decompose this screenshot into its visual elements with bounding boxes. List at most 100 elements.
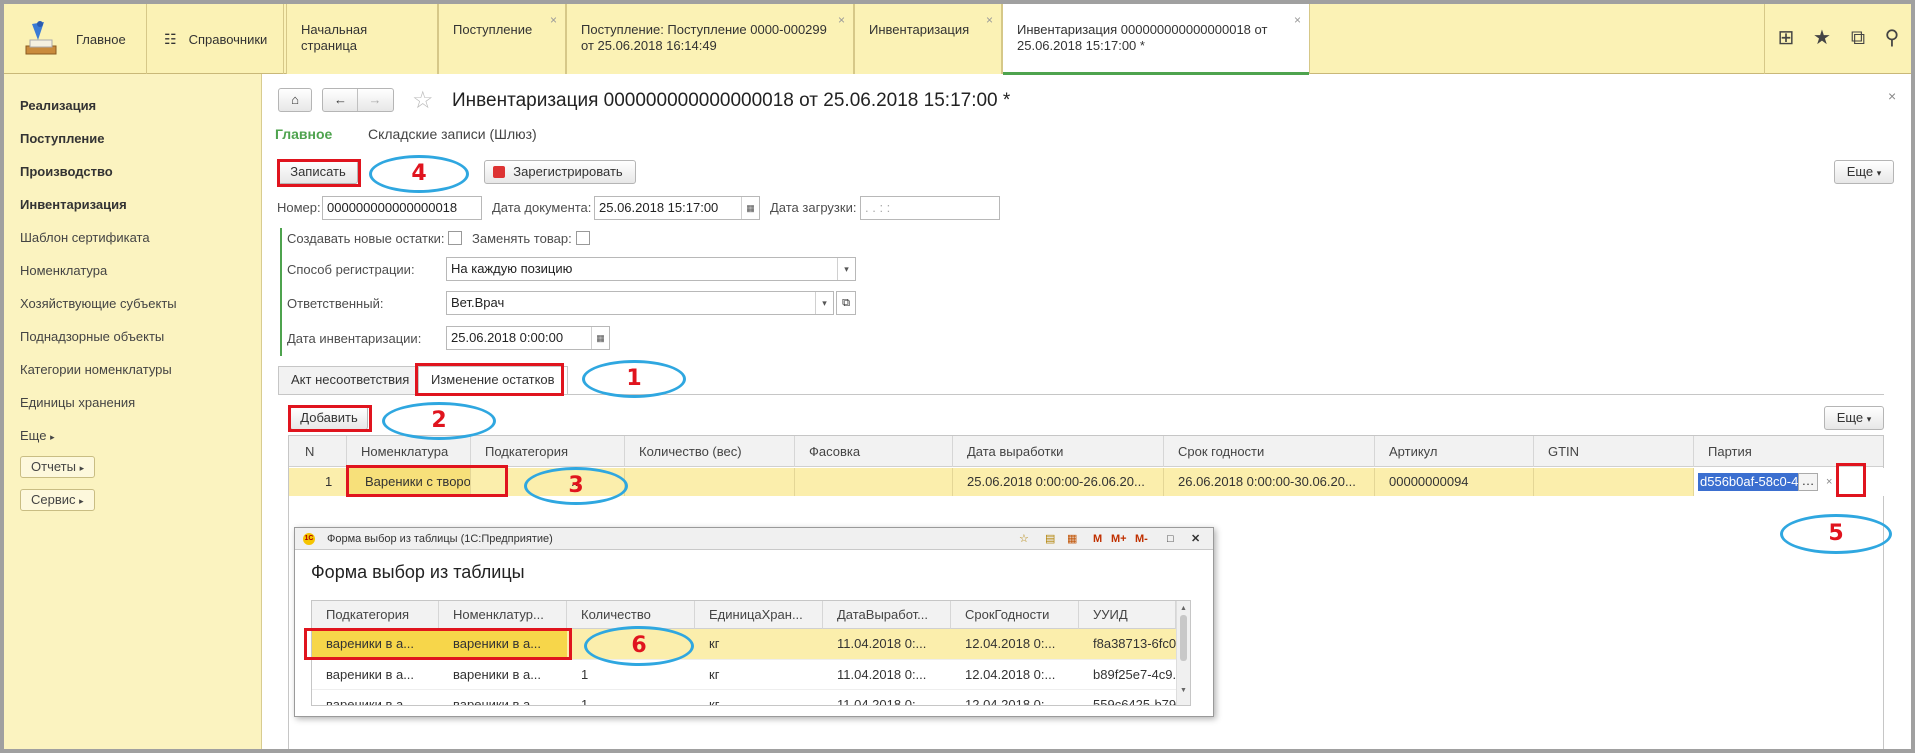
regmethod-select[interactable]: На каждую позицию ▾ bbox=[446, 257, 856, 281]
column-header[interactable]: ЕдиницаХран... bbox=[695, 601, 823, 629]
forward-arrow-icon[interactable]: → bbox=[358, 89, 392, 111]
table-row[interactable]: вареники в а... вареники в а... 1 кг 11.… bbox=[312, 689, 1176, 705]
quantity-cell[interactable]: 1 bbox=[567, 690, 695, 705]
maximize-icon[interactable]: □ bbox=[1167, 528, 1174, 550]
section-main-button[interactable]: Главное bbox=[4, 4, 147, 74]
docdate-field[interactable]: 25.06.2018 15:17:00 ▦ bbox=[594, 196, 760, 220]
batch-value[interactable]: d556b0af-58c0-4 bbox=[1698, 473, 1798, 491]
nomenclature-cell[interactable]: вареники в а... bbox=[439, 690, 567, 705]
packing-cell[interactable] bbox=[795, 468, 953, 496]
tab-receipt-document[interactable]: Поступление: Поступление 0000-000299 от … bbox=[566, 4, 854, 74]
table-more-button[interactable]: Еще ▾ bbox=[1824, 406, 1884, 430]
column-header[interactable]: GTIN bbox=[1534, 436, 1694, 467]
create-new-checkbox[interactable] bbox=[448, 231, 462, 245]
tab-receipts[interactable]: Поступление × bbox=[438, 4, 566, 74]
column-header[interactable]: Дата выработки bbox=[953, 436, 1164, 467]
tab-home-page[interactable]: Начальная страница bbox=[286, 4, 438, 74]
column-header[interactable]: Артикул bbox=[1375, 436, 1534, 467]
expiry-cell[interactable]: 12.04.2018 0:... bbox=[951, 690, 1079, 705]
close-icon[interactable]: × bbox=[550, 12, 557, 28]
expiry-cell[interactable]: 26.06.2018 0:00:00-30.06.20... bbox=[1164, 468, 1375, 496]
unit-cell[interactable]: кг bbox=[695, 690, 823, 705]
home-button[interactable]: ⌂ bbox=[278, 88, 312, 112]
service-button[interactable]: Сервис ▸ bbox=[20, 489, 95, 511]
column-header[interactable]: Подкатегория bbox=[312, 601, 439, 629]
open-icon[interactable]: ⧉ bbox=[836, 291, 856, 315]
memory-icon[interactable]: M bbox=[1093, 528, 1102, 550]
gtin-cell[interactable] bbox=[1534, 468, 1694, 496]
uuid-cell[interactable]: f8a38713-6fc0 bbox=[1079, 629, 1176, 659]
scrollbar-thumb[interactable] bbox=[1180, 615, 1187, 661]
history-icon[interactable]: ⧉ bbox=[1846, 26, 1870, 50]
responsible-select[interactable]: Вет.Врач ▾ bbox=[446, 291, 834, 315]
nomenclature-cell[interactable]: вареники в а... bbox=[439, 660, 567, 690]
column-header[interactable]: ДатаВыработ... bbox=[823, 601, 951, 629]
chevron-down-icon[interactable]: ▾ bbox=[815, 292, 833, 314]
tab-inventory[interactable]: Инвентаризация × bbox=[854, 4, 1002, 74]
sidebar-item-receipts[interactable]: Поступление bbox=[20, 131, 105, 146]
subcategory-cell[interactable]: вареники в а... bbox=[312, 660, 439, 690]
article-cell[interactable]: 00000000094 bbox=[1375, 468, 1534, 496]
sidebar-item-inventory[interactable]: Инвентаризация bbox=[20, 197, 127, 212]
production-date-cell[interactable]: 11.04.2018 0:... bbox=[823, 660, 951, 690]
unit-cell[interactable]: кг bbox=[695, 660, 823, 690]
register-button[interactable]: Зарегистрировать bbox=[484, 160, 636, 184]
sidebar-item-supervised-objects[interactable]: Поднадзорные объекты bbox=[20, 329, 164, 344]
scroll-up-icon[interactable]: ▲ bbox=[1180, 605, 1187, 612]
production-date-cell[interactable]: 11.04.2018 0:... bbox=[823, 690, 951, 705]
grid-icon[interactable]: ⊞ bbox=[1774, 26, 1798, 50]
search-icon[interactable]: ⚲ bbox=[1880, 26, 1904, 50]
memory-minus-icon[interactable]: M- bbox=[1135, 528, 1148, 550]
quantity-cell[interactable] bbox=[625, 468, 795, 496]
sidebar-item-nomenclature[interactable]: Номенклатура bbox=[20, 263, 107, 278]
column-header[interactable]: Номенклатур... bbox=[439, 601, 567, 629]
column-header[interactable]: N bbox=[289, 436, 347, 467]
column-header[interactable]: Количество (вес) bbox=[625, 436, 795, 467]
favorite-star-icon[interactable]: ☆ bbox=[412, 86, 434, 115]
number-field[interactable]: 000000000000000018 bbox=[322, 196, 482, 220]
column-header[interactable]: Фасовка bbox=[795, 436, 953, 467]
calendar-icon[interactable]: ▦ bbox=[1067, 528, 1077, 550]
select-ellipsis-button[interactable]: … bbox=[1798, 473, 1818, 491]
expiry-cell[interactable]: 12.04.2018 0:... bbox=[951, 629, 1079, 659]
column-header[interactable]: Количество bbox=[567, 601, 695, 629]
scroll-down-icon[interactable]: ▼ bbox=[1180, 687, 1187, 694]
close-icon[interactable]: × bbox=[1294, 12, 1301, 28]
section-catalogs-button[interactable]: ☷ Справочники bbox=[150, 4, 284, 74]
sidebar-item-business-entities[interactable]: Хозяйствующие субъекты bbox=[20, 296, 177, 311]
column-header[interactable]: Срок годности bbox=[1164, 436, 1375, 467]
more-button[interactable]: Еще ▾ bbox=[1834, 160, 1894, 184]
notes-icon[interactable]: ▤ bbox=[1045, 528, 1055, 550]
column-header[interactable]: Номенклатура bbox=[347, 436, 471, 467]
uuid-cell[interactable]: 559c6425-b79 bbox=[1079, 690, 1176, 705]
subcategory-cell[interactable]: вареники в а... bbox=[312, 690, 439, 705]
close-icon[interactable]: × bbox=[838, 12, 845, 28]
back-arrow-icon[interactable]: ← bbox=[324, 89, 358, 111]
unit-cell[interactable]: кг bbox=[695, 629, 823, 659]
star-icon[interactable]: ★ bbox=[1810, 26, 1834, 50]
sidebar-item-certificate-template[interactable]: Шаблон сертификата bbox=[20, 230, 150, 245]
chevron-down-icon[interactable]: ▾ bbox=[837, 258, 855, 280]
column-header[interactable]: СрокГодности bbox=[951, 601, 1079, 629]
reports-button[interactable]: Отчеты ▸ bbox=[20, 456, 96, 478]
close-icon[interactable]: × bbox=[986, 12, 993, 28]
memory-plus-icon[interactable]: M+ bbox=[1111, 528, 1127, 550]
expiry-cell[interactable]: 12.04.2018 0:... bbox=[951, 660, 1079, 690]
section-warehouse-link[interactable]: Складские записи (Шлюз) bbox=[368, 126, 537, 142]
clear-icon[interactable]: × bbox=[1826, 468, 1832, 496]
scrollbar[interactable]: ▲ ▼ bbox=[1176, 601, 1190, 705]
column-header[interactable]: УУИД bbox=[1079, 601, 1176, 629]
uuid-cell[interactable]: b89f25e7-4c9. bbox=[1079, 660, 1176, 690]
sidebar-item-sales[interactable]: Реализация bbox=[20, 98, 96, 113]
close-icon[interactable]: ✕ bbox=[1191, 528, 1200, 550]
production-date-cell[interactable]: 25.06.2018 0:00:00-26.06.20... bbox=[953, 468, 1164, 496]
sidebar-item-storage-units[interactable]: Единицы хранения bbox=[20, 395, 135, 410]
tab-mismatch-act[interactable]: Акт несоответствия bbox=[278, 366, 423, 394]
production-date-cell[interactable]: 11.04.2018 0:... bbox=[823, 629, 951, 659]
favorite-icon[interactable]: ☆ bbox=[1019, 528, 1029, 550]
sidebar-item-production[interactable]: Производство bbox=[20, 164, 113, 179]
table-row[interactable]: вареники в а... вареники в а... 1 кг 11.… bbox=[312, 659, 1176, 689]
loaddate-field[interactable]: . . : : bbox=[860, 196, 1000, 220]
calendar-icon[interactable]: ▦ bbox=[741, 197, 759, 219]
sidebar-item-more[interactable]: Еще ▸ bbox=[20, 428, 55, 443]
